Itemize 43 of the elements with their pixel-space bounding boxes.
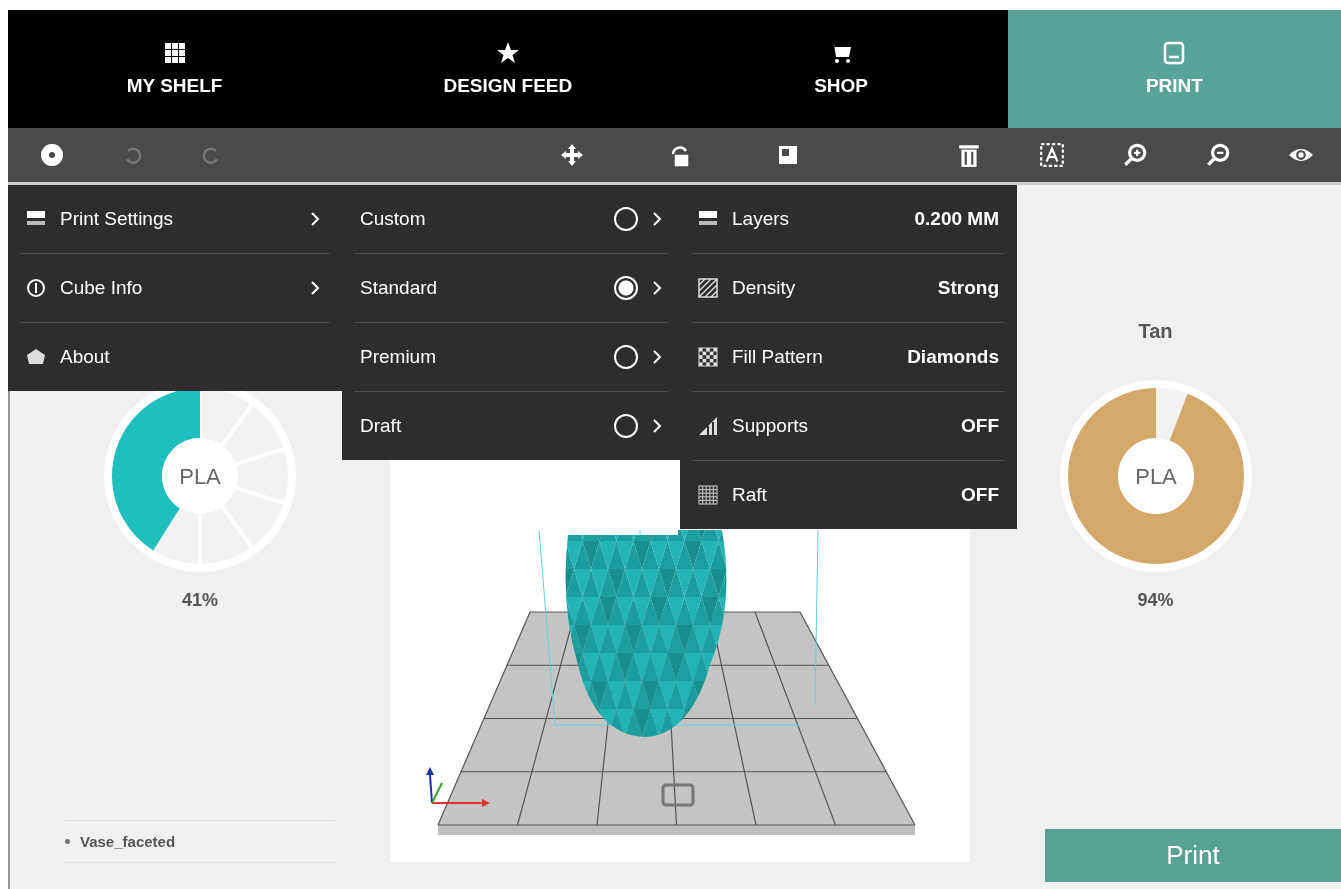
setting-label: Fill Pattern <box>732 346 823 368</box>
chevron-icon <box>652 280 662 296</box>
material-percent: 94% <box>1137 590 1174 611</box>
chevron-icon <box>652 418 662 434</box>
checker-icon <box>698 347 718 367</box>
material-type: PLA <box>179 464 221 489</box>
setting-value[interactable]: 0.200 MM <box>914 208 999 230</box>
profile-option[interactable]: Draft <box>354 391 668 460</box>
setting-label: Supports <box>732 415 809 437</box>
info-icon <box>26 278 46 298</box>
setting-label: Raft <box>732 484 767 506</box>
printer-icon <box>1162 41 1187 65</box>
material-type: PLA <box>1134 464 1177 489</box>
material-name: Tan <box>1138 319 1173 343</box>
nav-tab[interactable]: DESIGN FEED <box>341 10 675 128</box>
supports-icon <box>698 416 718 436</box>
setting-value[interactable]: OFF <box>961 484 999 506</box>
grid-icon <box>698 485 718 505</box>
menu-item[interactable]: Print Settings <box>20 185 330 253</box>
menu-item[interactable]: About <box>20 322 330 391</box>
setting-label: Layers <box>732 208 790 230</box>
radio-button[interactable] <box>614 276 638 300</box>
star-icon <box>495 41 520 65</box>
setting-value[interactable]: OFF <box>961 415 999 437</box>
nav-tab[interactable]: MY SHELF <box>8 10 342 128</box>
setting-value[interactable]: Strong <box>937 277 999 299</box>
setting-value[interactable]: Diamonds <box>907 346 999 368</box>
bullet-icon <box>65 839 70 844</box>
menu-item[interactable]: Cube Info <box>20 253 330 322</box>
profile-option[interactable]: Custom <box>354 185 668 253</box>
chevron-icon <box>652 211 662 227</box>
radio-button[interactable] <box>614 345 638 369</box>
hatch-icon <box>698 278 718 298</box>
setting-label: Density <box>732 277 796 299</box>
profile-option[interactable]: Standard <box>354 253 668 322</box>
profile-option[interactable]: Premium <box>354 322 668 391</box>
radio-button[interactable] <box>614 414 638 438</box>
model-list-item[interactable]: Vase_faceted <box>80 833 176 850</box>
grid-icon <box>162 41 187 65</box>
material-percent: 41% <box>182 590 218 611</box>
nav-tab[interactable]: SHOP <box>674 10 1008 128</box>
radio-button[interactable] <box>614 207 638 231</box>
chevron-icon <box>652 349 662 365</box>
